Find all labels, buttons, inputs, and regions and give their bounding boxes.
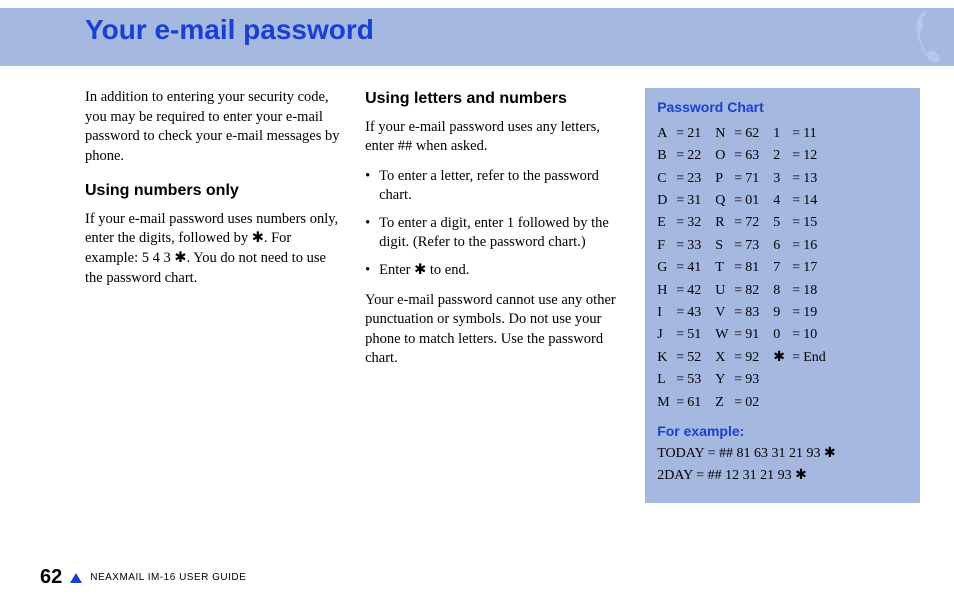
chart-row: 6= 16 xyxy=(773,237,826,256)
bullet-item: To enter a digit, enter 1 followed by th… xyxy=(365,214,625,253)
document-page: Your e-mail password In addition to ente… xyxy=(0,0,954,613)
chart-row: A= 21 xyxy=(657,125,701,144)
example-label: For example: xyxy=(657,422,908,441)
chart-title: Password Chart xyxy=(657,98,908,117)
chart-row: 1= 11 xyxy=(773,125,826,144)
chart-row: O= 63 xyxy=(715,147,759,166)
chart-row: J= 51 xyxy=(657,326,701,345)
chart-row: U= 82 xyxy=(715,282,759,301)
chart-row: R= 72 xyxy=(715,214,759,233)
chart-row: F= 33 xyxy=(657,237,701,256)
content-area: In addition to entering your security co… xyxy=(85,88,920,503)
chart-row: 8= 18 xyxy=(773,282,826,301)
example-1: TODAY = ## 81 63 31 21 93 ✱ xyxy=(657,445,908,464)
chart-row: T= 81 xyxy=(715,259,759,278)
chart-row: I= 43 xyxy=(657,304,701,323)
chart-row: K= 52 xyxy=(657,349,701,368)
chart-row: 9= 19 xyxy=(773,304,826,323)
footer: 62 NEAXMAIL IM-16 USER GUIDE xyxy=(40,566,246,589)
chart-row: P= 71 xyxy=(715,170,759,189)
chart-row: G= 41 xyxy=(657,259,701,278)
section2-p2: Your e-mail password cannot use any othe… xyxy=(365,291,625,369)
chart-row: C= 23 xyxy=(657,170,701,189)
intro-paragraph: In addition to entering your security co… xyxy=(85,88,345,166)
column-2: Using letters and numbers If your e-mail… xyxy=(365,88,625,503)
chart-row: 5= 15 xyxy=(773,214,826,233)
chart-row: 2= 12 xyxy=(773,147,826,166)
chart-grid: A= 21 B= 22 C= 23 D= 31 E= 32 F= 33 G= 41 H= 42… xyxy=(657,125,908,413)
chart-row: V= 83 xyxy=(715,304,759,323)
page-title: Your e-mail password xyxy=(85,14,374,46)
chart-row: E= 32 xyxy=(657,214,701,233)
triangle-icon xyxy=(70,573,82,583)
chart-col-3: 1= 11 2= 12 3= 13 4= 14 5= 15 6= 16 7= 17 8= 18… xyxy=(773,125,826,413)
chart-row: Y= 93 xyxy=(715,371,759,390)
chart-row: D= 31 xyxy=(657,192,701,211)
chart-row: Q= 01 xyxy=(715,192,759,211)
chart-row: S= 73 xyxy=(715,237,759,256)
chart-row: 0= 10 xyxy=(773,326,826,345)
chart-row: H= 42 xyxy=(657,282,701,301)
bullet-item: Enter ✱ to end. xyxy=(365,261,625,281)
chart-row: 4= 14 xyxy=(773,192,826,211)
chart-row: N= 62 xyxy=(715,125,759,144)
footer-guide: NEAXMAIL IM-16 USER GUIDE xyxy=(90,572,246,583)
chart-row: Z= 02 xyxy=(715,394,759,413)
chart-row: X= 92 xyxy=(715,349,759,368)
chart-col-2: N= 62 O= 63 P= 71 Q= 01 R= 72 S= 73 T= 81 U= 82… xyxy=(715,125,759,413)
bullet-item: To enter a letter, refer to the password… xyxy=(365,167,625,206)
phone-icon xyxy=(892,8,942,66)
section1-heading: Using numbers only xyxy=(85,180,345,202)
chart-row: W= 91 xyxy=(715,326,759,345)
section2-p1: If your e-mail password uses any letters… xyxy=(365,118,625,157)
example-2: 2DAY = ## 12 31 21 93 ✱ xyxy=(657,467,908,486)
chart-col-1: A= 21 B= 22 C= 23 D= 31 E= 32 F= 33 G= 41 H= 42… xyxy=(657,125,701,413)
section2-bullets: To enter a letter, refer to the password… xyxy=(365,167,625,281)
chart-row: M= 61 xyxy=(657,394,701,413)
page-number: 62 xyxy=(40,566,62,589)
section2-heading: Using letters and numbers xyxy=(365,88,625,110)
password-chart: Password Chart A= 21 B= 22 C= 23 D= 31 E= 32… xyxy=(645,88,920,503)
chart-row: ✱= End xyxy=(773,349,826,368)
column-1: In addition to entering your security co… xyxy=(85,88,345,503)
chart-row: B= 22 xyxy=(657,147,701,166)
section1-body: If your e-mail password uses numbers onl… xyxy=(85,210,345,288)
chart-row: 7= 17 xyxy=(773,259,826,278)
chart-row: L= 53 xyxy=(657,371,701,390)
chart-row: 3= 13 xyxy=(773,170,826,189)
column-3: Password Chart A= 21 B= 22 C= 23 D= 31 E= 32… xyxy=(645,88,920,503)
